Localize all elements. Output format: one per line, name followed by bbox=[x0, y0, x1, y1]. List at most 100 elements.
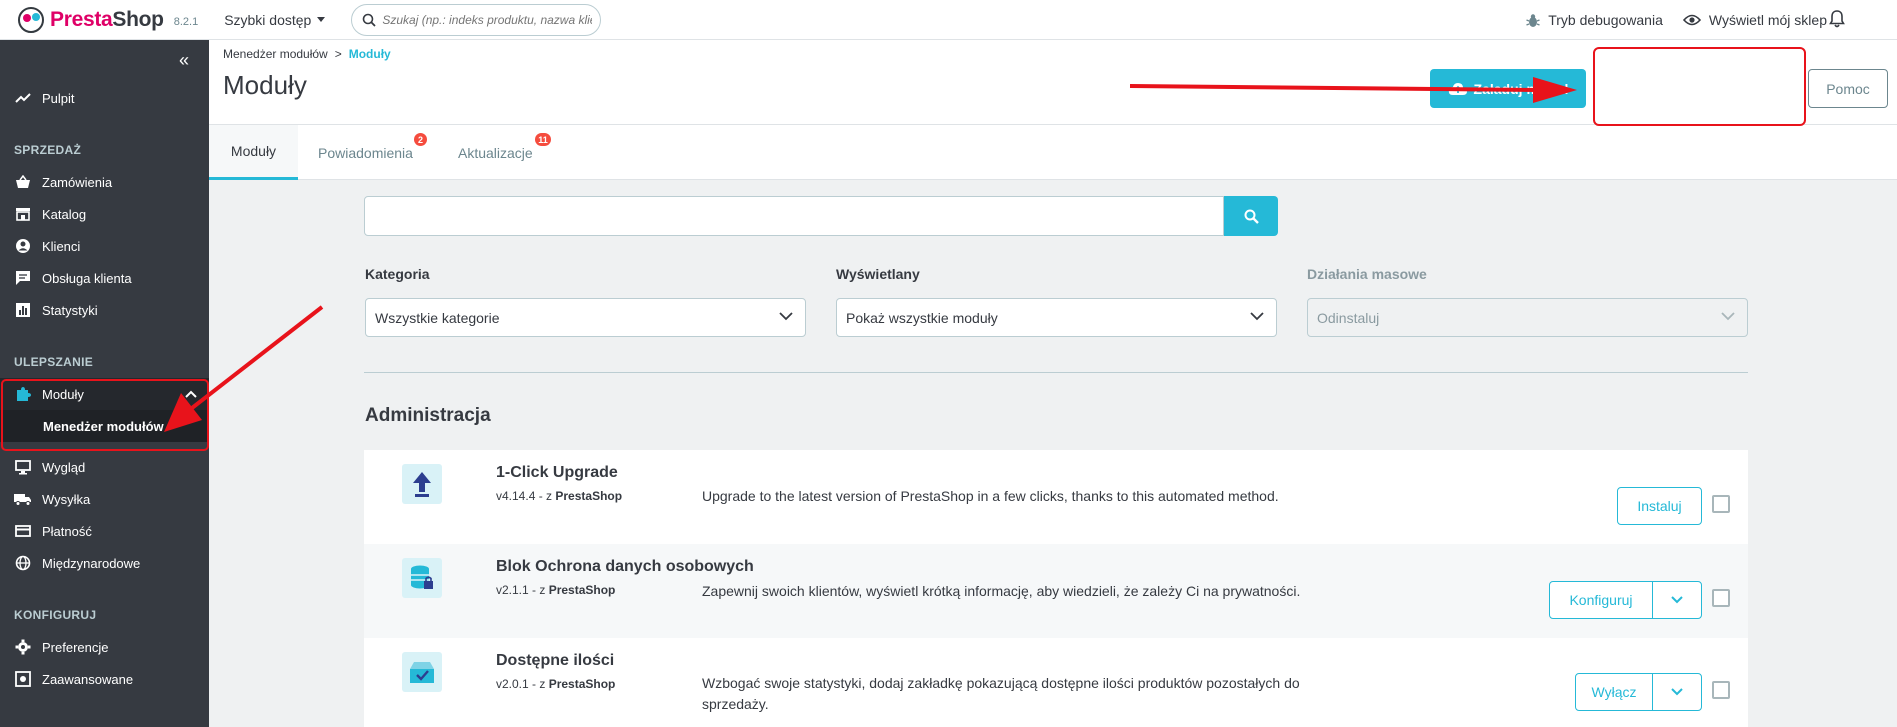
upload-module-label: Załaduj moduł bbox=[1473, 80, 1569, 97]
sidebar-item-shipping[interactable]: Wysyłka bbox=[0, 483, 209, 515]
store-icon bbox=[14, 205, 32, 223]
sidebar-subitem-module-manager[interactable]: Menedżer modułów bbox=[0, 410, 209, 442]
sidebar-item-modules[interactable]: Moduły bbox=[0, 378, 209, 410]
notifications-count-badge: 2 bbox=[413, 133, 427, 146]
breadcrumb-parent-link[interactable]: Menedżer modułów bbox=[223, 47, 328, 61]
sidebar-item-label: Wysyłka bbox=[42, 491, 91, 507]
tab-updates[interactable]: Aktualizacje 11 bbox=[438, 125, 553, 180]
category-select[interactable]: Wszystkie kategorie bbox=[365, 298, 806, 337]
sidebar-item-customer-service[interactable]: Obsługa klienta bbox=[0, 262, 209, 294]
header-search-input[interactable] bbox=[382, 12, 593, 27]
sidebar-item-label: Wygląd bbox=[42, 459, 86, 475]
basket-icon bbox=[14, 173, 32, 191]
prestashop-logo[interactable]: PrestaShop 8.2.1 bbox=[18, 6, 198, 33]
module-tabs: Moduły Powiadomienia 2 Aktualizacje 11 bbox=[209, 124, 1897, 180]
notifications-bell-icon[interactable] bbox=[1829, 10, 1845, 31]
module-checkbox[interactable] bbox=[1712, 681, 1730, 699]
tab-notifications-label: Powiadomienia bbox=[318, 144, 413, 161]
quick-access-dropdown[interactable]: Szybki dostęp bbox=[224, 11, 326, 28]
filter-divider bbox=[364, 372, 1748, 373]
sidebar-item-label: Zamówienia bbox=[42, 174, 113, 190]
sidebar-item-preferences[interactable]: Preferencje bbox=[0, 631, 209, 663]
sidebar-item-label: Zaawansowane bbox=[42, 671, 134, 687]
module-checkbox[interactable] bbox=[1712, 589, 1730, 607]
sidebar-item-label: Klienci bbox=[42, 238, 81, 254]
chevron-down-icon bbox=[779, 312, 793, 321]
puzzle-icon bbox=[14, 385, 32, 403]
upload-arrow-icon bbox=[402, 464, 442, 504]
sidebar-item-design[interactable]: Wygląd bbox=[0, 451, 209, 483]
eye-icon bbox=[1682, 14, 1701, 26]
view-shop-link[interactable]: Wyświetl mój sklep bbox=[1682, 12, 1827, 28]
chat-icon bbox=[14, 269, 32, 287]
monitor-icon bbox=[14, 458, 32, 476]
tab-updates-label: Aktualizacje bbox=[458, 144, 533, 161]
module-name: Blok Ochrona danych osobowych bbox=[496, 558, 754, 575]
module-actions-dropdown[interactable] bbox=[1652, 581, 1702, 619]
module-search-button[interactable] bbox=[1224, 196, 1278, 236]
sidebar-item-label: Międzynarodowe bbox=[42, 555, 141, 571]
sidebar-item-label: Obsługa klienta bbox=[42, 270, 132, 286]
debug-mode-link[interactable]: Tryb debugowania bbox=[1526, 12, 1663, 28]
category-select-value: Wszystkie kategorie bbox=[375, 309, 500, 326]
sidebar-item-stats[interactable]: Statystyki bbox=[0, 294, 209, 326]
updates-count-badge: 11 bbox=[535, 133, 551, 146]
module-version: v4.14.4 - z PrestaShop bbox=[496, 489, 623, 503]
module-description: Upgrade to the latest version of PrestaS… bbox=[702, 488, 1279, 504]
module-row: 1-Click Upgrade v4.14.4 - z PrestaShop U… bbox=[364, 450, 1748, 544]
configure-button[interactable]: Konfiguruj bbox=[1549, 581, 1653, 619]
globe-icon bbox=[14, 554, 32, 572]
sidebar-item-label: Preferencje bbox=[42, 639, 109, 655]
header-search[interactable] bbox=[351, 3, 602, 36]
module-description: Wzbogać swoje statystyki, dodaj zakładkę… bbox=[702, 675, 1300, 712]
quick-access-label: Szybki dostęp bbox=[224, 11, 312, 28]
sidebar-item-customers[interactable]: Klienci bbox=[0, 230, 209, 262]
tab-notifications[interactable]: Powiadomienia 2 bbox=[298, 125, 433, 180]
truck-icon bbox=[14, 490, 32, 508]
upload-module-button[interactable]: Załaduj moduł bbox=[1430, 69, 1586, 108]
collapse-sidebar-icon[interactable]: « bbox=[179, 50, 189, 71]
sidebar-item-advanced[interactable]: Zaawansowane bbox=[0, 663, 209, 695]
settings-box-icon bbox=[14, 670, 32, 688]
breadcrumb-separator: > bbox=[334, 47, 342, 61]
sidebar-item-dashboard[interactable]: Pulpit bbox=[0, 82, 209, 114]
sidebar-item-label: Pulpit bbox=[42, 90, 75, 106]
database-lock-icon bbox=[402, 558, 442, 598]
nav-section-sell: SPRZEDAŻ bbox=[14, 143, 82, 157]
module-actions-dropdown[interactable] bbox=[1652, 673, 1702, 711]
puffin-logo-icon bbox=[18, 6, 44, 33]
bulk-actions-select: Odinstaluj bbox=[1307, 298, 1748, 337]
sidebar-item-catalog[interactable]: Katalog bbox=[0, 198, 209, 230]
sidebar-item-payment[interactable]: Płatność bbox=[0, 515, 209, 547]
sidebar-item-label: Katalog bbox=[42, 206, 87, 222]
module-search-input[interactable] bbox=[364, 196, 1224, 236]
sidebar-item-label: Statystyki bbox=[42, 302, 98, 318]
gear-icon bbox=[14, 638, 32, 656]
sidebar-nav: « Pulpit SPRZEDAŻ Zamówienia Katalog Kli… bbox=[0, 40, 209, 727]
module-description: Zapewnij swoich klientów, wyświetl krótk… bbox=[702, 583, 1301, 599]
bug-icon bbox=[1526, 13, 1540, 27]
module-row: Dostępne ilości v2.0.1 - z PrestaShop Wz… bbox=[364, 638, 1748, 727]
bulk-actions-label: Działania masowe bbox=[1307, 266, 1427, 282]
status-select[interactable]: Pokaż wszystkie moduły bbox=[836, 298, 1277, 337]
breadcrumb-current[interactable]: Moduły bbox=[349, 47, 391, 61]
module-checkbox[interactable] bbox=[1712, 495, 1730, 513]
sidebar-item-orders[interactable]: Zamówienia bbox=[0, 166, 209, 198]
bulk-actions-select-value: Odinstaluj bbox=[1317, 309, 1380, 326]
category-filter-label: Kategoria bbox=[365, 266, 430, 282]
user-circle-icon bbox=[14, 237, 32, 255]
search-icon bbox=[363, 13, 376, 27]
install-button[interactable]: Instaluj bbox=[1617, 487, 1702, 525]
sidebar-item-international[interactable]: Międzynarodowe bbox=[0, 547, 209, 579]
tab-modules[interactable]: Moduły bbox=[209, 125, 298, 180]
view-shop-label: Wyświetl mój sklep bbox=[1708, 12, 1827, 28]
page-title: Moduły bbox=[223, 70, 307, 100]
cloud-upload-icon bbox=[1448, 82, 1467, 95]
disable-button[interactable]: Wyłącz bbox=[1575, 673, 1653, 711]
trending-up-icon bbox=[14, 89, 32, 107]
chevron-down-icon bbox=[1671, 688, 1683, 696]
nav-section-improve: ULEPSZANIE bbox=[14, 355, 94, 369]
module-version: v2.1.1 - z PrestaShop bbox=[496, 583, 616, 597]
help-button[interactable]: Pomoc bbox=[1808, 69, 1888, 108]
sidebar-item-label: Płatność bbox=[42, 523, 92, 539]
